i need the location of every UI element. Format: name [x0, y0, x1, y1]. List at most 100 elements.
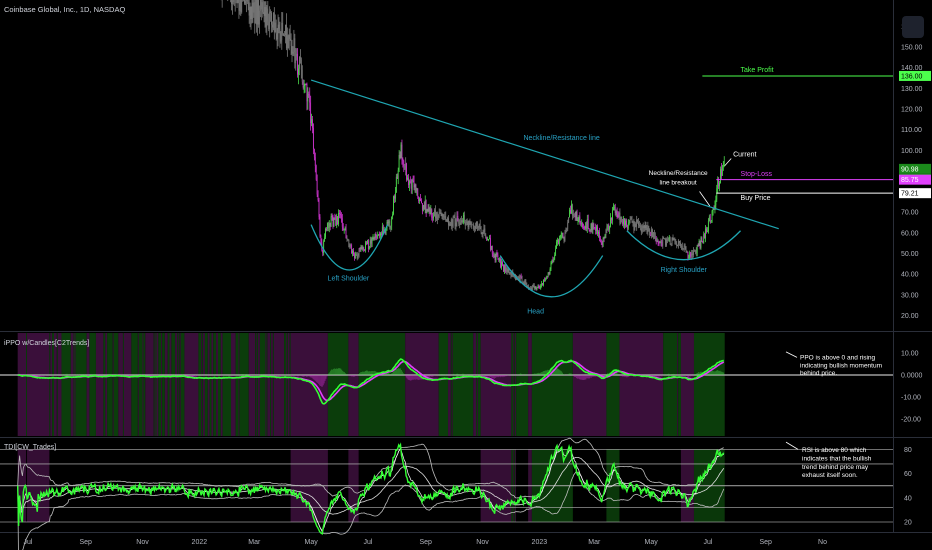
candle-body: [497, 254, 499, 259]
ppo-zone: [137, 333, 139, 436]
chart-canvas[interactable]: Neckline/Resistance line Left Shoulder Hea…: [0, 0, 932, 550]
tdi-tick-label: 20: [904, 520, 912, 527]
candle-body: [482, 232, 484, 235]
candle-body: [555, 248, 556, 255]
candle-body: [599, 237, 601, 240]
candle-body: [484, 228, 486, 235]
current-price-tag: 90.98: [901, 166, 919, 173]
candle-body: [650, 235, 651, 236]
candle-body: [594, 227, 596, 228]
candle-body: [701, 237, 703, 241]
candle-body: [674, 239, 676, 242]
ppo-zone: [107, 333, 113, 436]
ppo-tick-label: -10.00: [901, 395, 921, 402]
candle-body: [346, 238, 348, 239]
candle-body: [621, 216, 623, 222]
candle-body: [309, 94, 311, 103]
ppo-zone: [56, 333, 58, 436]
candle-body: [397, 170, 399, 179]
candle-body: [404, 165, 406, 170]
candle-body: [487, 239, 488, 241]
candle-body: [704, 234, 706, 239]
candle-body: [675, 241, 677, 244]
candle-body: [357, 255, 359, 259]
candle-body: [399, 155, 401, 159]
candle-body: [642, 226, 644, 229]
candle-body: [260, 0, 262, 10]
candle-body: [506, 267, 508, 272]
candle-body: [488, 239, 489, 240]
candle-body: [345, 228, 347, 239]
stop-loss-tag: 85.75: [901, 177, 919, 184]
candle-body: [318, 200, 320, 217]
candle-body: [440, 212, 442, 217]
candle-body: [263, 12, 265, 16]
candle-body: [363, 247, 365, 251]
ppo-zone: [476, 333, 478, 436]
candle-body: [273, 12, 275, 33]
candle-body: [339, 214, 341, 216]
ppo-zone: [270, 333, 272, 436]
ppo-zone: [207, 333, 210, 436]
candle-body: [274, 22, 276, 33]
candle-body: [370, 240, 372, 244]
candle-body: [524, 280, 526, 286]
candle-body: [489, 238, 490, 240]
candle-body: [503, 265, 505, 272]
candle-body: [358, 248, 360, 256]
price-tick-label: 30.00: [901, 292, 919, 299]
candle-body: [401, 144, 403, 161]
candle-body: [503, 264, 504, 272]
candle-body: [257, 0, 258, 25]
candle-body: [403, 160, 405, 166]
candle-body: [678, 240, 679, 245]
time-tick-label: 2022: [192, 539, 208, 546]
ppo-zone: [175, 333, 177, 436]
candle-body: [611, 210, 613, 221]
candle-body: [449, 223, 451, 226]
candle-body: [651, 229, 652, 236]
candle-body: [549, 269, 551, 275]
candle-body: [458, 219, 460, 224]
candle-body: [320, 235, 322, 243]
candle-body: [680, 245, 682, 247]
candle-body: [442, 213, 444, 217]
candle-body: [394, 192, 396, 199]
ppo-zone: [95, 333, 104, 436]
candle-body: [652, 229, 653, 238]
ppo-zone: [54, 333, 57, 436]
ppo-pane-title: iPPO w/Candles[C2Trends]: [4, 340, 89, 347]
candle-body: [665, 239, 666, 246]
candle-body: [664, 238, 665, 240]
candle-body: [341, 218, 343, 227]
price-tick-label: 110.00: [901, 127, 922, 134]
candle-body: [308, 94, 310, 95]
candle-body: [331, 216, 333, 217]
candle-body: [302, 81, 304, 88]
candle-body: [616, 211, 618, 215]
candle-body: [539, 286, 541, 289]
ppo-zone: [26, 333, 28, 436]
price-tick-label: 70.00: [901, 210, 919, 217]
candle-body: [464, 222, 466, 226]
head-label: Head: [527, 308, 544, 315]
candle-body: [538, 286, 540, 287]
candle-body: [721, 167, 723, 176]
ppo-zone: [169, 333, 172, 436]
candle-body: [462, 220, 463, 223]
candle-body: [313, 148, 315, 158]
candle-body: [375, 233, 377, 237]
ppo-zone: [209, 333, 212, 436]
candle-body: [580, 222, 582, 225]
candle-body: [613, 207, 615, 209]
tdi-annotation-line3: trend behind price may: [802, 464, 869, 471]
candle-body: [510, 272, 512, 277]
expand-panel-button[interactable]: [902, 16, 924, 38]
candle-body: [672, 237, 674, 240]
left-shoulder-label: Left Shoulder: [328, 275, 370, 282]
candle-body: [562, 233, 564, 238]
candle-body: [492, 253, 494, 256]
candle-body: [462, 214, 464, 223]
ppo-zone: [142, 333, 144, 436]
candle-body: [414, 184, 416, 188]
